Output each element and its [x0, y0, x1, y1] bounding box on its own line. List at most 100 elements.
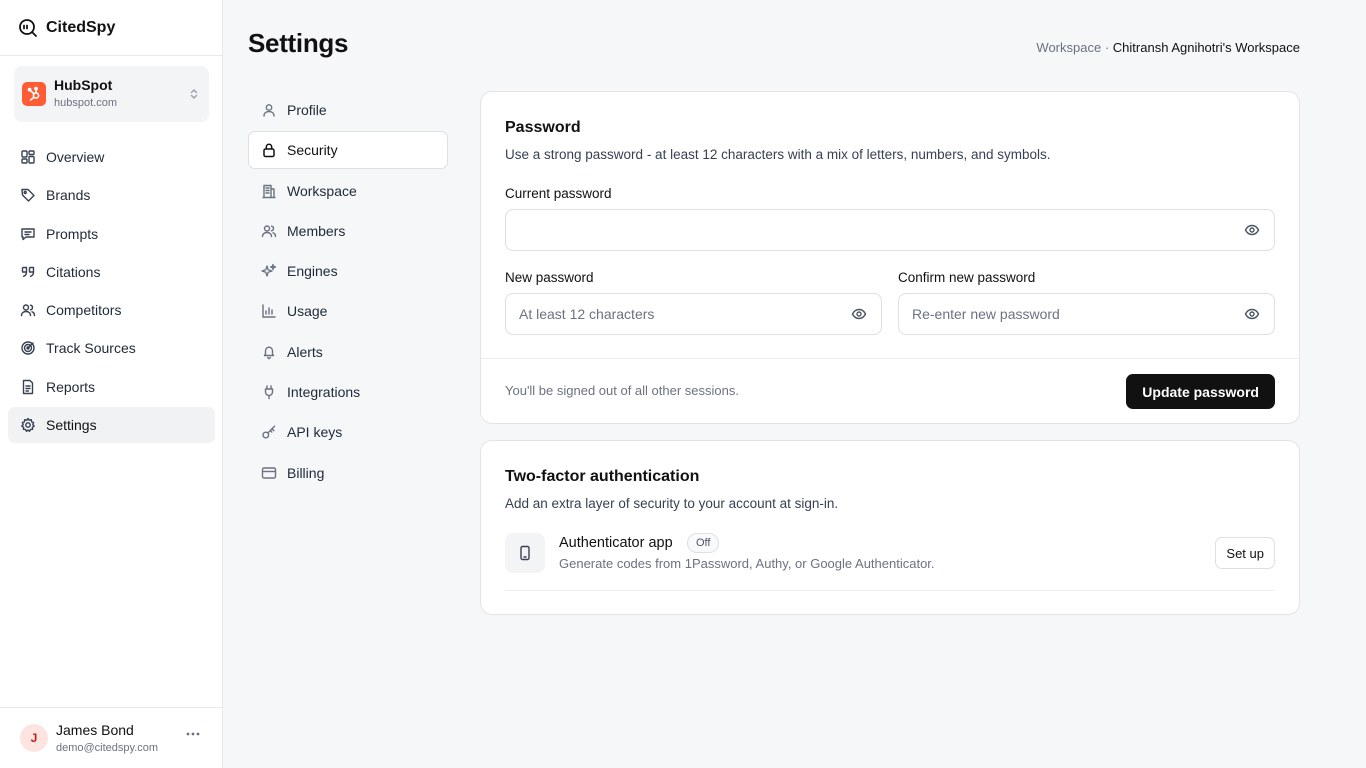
tab-label: Security — [287, 142, 338, 159]
current-password-label: Current password — [505, 186, 612, 201]
tab-engines[interactable]: Engines — [248, 252, 448, 290]
document-icon — [20, 379, 36, 395]
card-divider — [481, 358, 1299, 359]
tab-label: Workspace — [287, 182, 357, 199]
tab-usage[interactable]: Usage — [248, 292, 448, 330]
quote-radar-icon — [18, 18, 38, 38]
key-icon — [261, 424, 277, 440]
app-name: CitedSpy — [46, 19, 116, 36]
eye-icon[interactable] — [1243, 221, 1261, 239]
sidebar-item-prompts[interactable]: Prompts — [8, 216, 215, 252]
authenticator-app-description: Generate codes from 1Password, Authy, or… — [559, 556, 935, 571]
sidebar-item-settings[interactable]: Settings — [8, 407, 215, 444]
new-password-input[interactable] — [506, 294, 850, 334]
sidebar-item-brands[interactable]: Brands — [8, 177, 215, 213]
authenticator-app-row: Authenticator app Off Generate codes fro… — [505, 533, 1275, 591]
sidebar-item-label: Prompts — [46, 225, 99, 242]
tab-api-keys[interactable]: API keys — [248, 413, 448, 451]
password-description: Use a strong password - at least 12 char… — [505, 147, 1051, 162]
sidebar-item-label: Competitors — [46, 302, 122, 319]
setup-authenticator-button[interactable]: Set up — [1215, 537, 1275, 569]
bell-icon — [261, 344, 277, 360]
tab-billing[interactable]: Billing — [248, 454, 448, 492]
message-icon — [20, 226, 36, 242]
tab-label: Alerts — [287, 343, 323, 360]
user-name: James Bond — [56, 721, 134, 738]
breadcrumb: Workspace · Chitransh Agnihotri's Worksp… — [1036, 40, 1300, 55]
breadcrumb-prefix: Workspace — [1036, 40, 1102, 55]
new-password-label: New password — [505, 270, 594, 285]
sparkles-icon — [261, 263, 277, 279]
tab-label: Integrations — [287, 384, 361, 401]
tab-label: Engines — [287, 263, 338, 280]
current-password-input[interactable] — [506, 210, 1243, 250]
workspace-domain: hubspot.com — [54, 97, 117, 109]
tag-icon — [20, 187, 36, 203]
sidebar-item-label: Brands — [46, 187, 91, 204]
bar-chart-icon — [261, 303, 277, 319]
user-icon — [261, 102, 277, 118]
tab-label: API keys — [287, 424, 343, 441]
tab-integrations[interactable]: Integrations — [248, 373, 448, 411]
users-icon — [20, 302, 36, 318]
password-card: Password Use a strong password - at leas… — [480, 91, 1300, 424]
current-password-field-wrapper — [505, 209, 1275, 251]
password-title: Password — [505, 119, 581, 136]
tab-profile[interactable]: Profile — [248, 91, 448, 129]
tab-label: Members — [287, 222, 346, 239]
tab-label: Billing — [287, 464, 325, 481]
sidebar: CitedSpy HubSpot hubspot.com Overview Br… — [0, 0, 223, 768]
chevron-up-down-icon — [187, 87, 201, 101]
target-icon — [20, 340, 36, 356]
workspace-switcher[interactable]: HubSpot hubspot.com — [14, 66, 209, 122]
tab-security[interactable]: Security — [248, 131, 448, 170]
smartphone-icon — [505, 533, 545, 573]
tab-workspace[interactable]: Workspace — [248, 172, 448, 210]
confirm-password-input[interactable] — [899, 294, 1243, 334]
sign-out-note: You'll be signed out of all other sessio… — [505, 383, 739, 398]
update-password-button[interactable]: Update password — [1126, 374, 1275, 409]
more-icon[interactable] — [186, 732, 200, 736]
building-icon — [261, 183, 277, 199]
sidebar-item-track-sources[interactable]: Track Sources — [8, 330, 215, 366]
gear-icon — [20, 417, 36, 433]
page-title: Settings — [248, 28, 349, 58]
sidebar-item-label: Track Sources — [46, 340, 136, 357]
authenticator-app-title: Authenticator app — [559, 535, 673, 551]
sidebar-item-label: Citations — [46, 263, 101, 280]
confirm-password-field-wrapper — [898, 293, 1275, 335]
sidebar-item-reports[interactable]: Reports — [8, 369, 215, 405]
credit-card-icon — [261, 465, 277, 481]
tab-label: Profile — [287, 102, 327, 118]
tab-alerts[interactable]: Alerts — [248, 333, 448, 371]
main-nav: Overview Brands Prompts Citations Compet… — [8, 139, 215, 445]
two-factor-description: Add an extra layer of security to your a… — [505, 496, 839, 511]
eye-icon[interactable] — [1243, 305, 1261, 323]
sidebar-item-label: Reports — [46, 378, 96, 395]
user-account[interactable]: J James Bond demo@citedspy.com — [0, 707, 222, 768]
two-factor-title: Two-factor authentication — [505, 468, 700, 485]
two-factor-card: Two-factor authentication Add an extra l… — [480, 440, 1300, 615]
breadcrumb-workspace[interactable]: Chitransh Agnihotri's Workspace — [1113, 40, 1300, 55]
sidebar-item-competitors[interactable]: Competitors — [8, 292, 215, 328]
quote-icon — [20, 264, 36, 280]
avatar: J — [20, 724, 48, 752]
settings-nav: Profile Security Workspace Members Engin… — [248, 91, 448, 494]
app-brand[interactable]: CitedSpy — [18, 17, 115, 39]
user-email: demo@citedspy.com — [56, 741, 159, 754]
users-icon — [261, 223, 277, 239]
tab-label: Usage — [287, 303, 328, 320]
lock-icon — [261, 142, 277, 158]
breadcrumb-separator: · — [1101, 40, 1113, 55]
sidebar-divider — [0, 55, 222, 56]
tab-members[interactable]: Members — [248, 212, 448, 250]
workspace-name: HubSpot — [54, 77, 113, 93]
sidebar-item-citations[interactable]: Citations — [8, 254, 215, 290]
sidebar-item-overview[interactable]: Overview — [8, 139, 215, 175]
hubspot-logo-icon — [22, 82, 46, 106]
eye-icon[interactable] — [850, 305, 868, 323]
sidebar-item-label: Settings — [46, 417, 97, 434]
grid-icon — [20, 149, 36, 165]
new-password-field-wrapper — [505, 293, 882, 335]
sidebar-item-label: Overview — [46, 149, 105, 165]
